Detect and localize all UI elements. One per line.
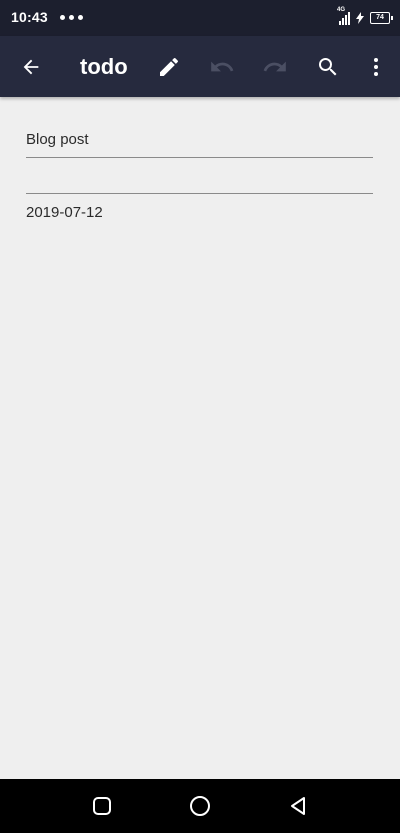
back-button[interactable] [7,36,55,97]
redo-button[interactable] [251,36,299,97]
recents-button[interactable] [72,779,132,833]
undo-icon [211,61,234,71]
edit-button[interactable] [145,36,193,97]
more-vert-icon [374,57,378,76]
status-icons: 4G 74 [337,7,393,28]
notification-dots-icon [60,15,83,20]
system-navigation-bar [0,779,400,833]
more-options-button[interactable] [352,36,400,97]
pencil-icon [160,57,179,76]
signal-icon: 4G [337,7,350,25]
search-button[interactable] [304,36,352,97]
home-button[interactable] [170,779,230,833]
search-icon [319,57,337,75]
note-title-text: Blog post [26,131,89,148]
note-body-field[interactable] [26,167,373,194]
app-toolbar: todo [0,36,400,97]
note-title-field[interactable]: Blog post [26,131,373,158]
status-time: 10:43 [11,9,48,25]
home-circle-icon [190,796,210,816]
page-title: todo [80,54,128,79]
undo-button[interactable] [198,36,246,97]
status-bar: 10:43 4G 74 [0,0,400,36]
battery-level: 74 [376,14,384,21]
recents-square-icon [93,797,111,815]
network-type-label: 4G [337,7,346,13]
nav-back-button[interactable] [268,779,328,833]
back-arrow-icon [23,59,39,74]
redo-icon [263,61,286,71]
charging-icon [356,12,364,24]
note-date: 2019-07-12 [26,204,103,221]
back-triangle-icon [291,797,305,815]
battery-icon: 74 [370,12,393,24]
